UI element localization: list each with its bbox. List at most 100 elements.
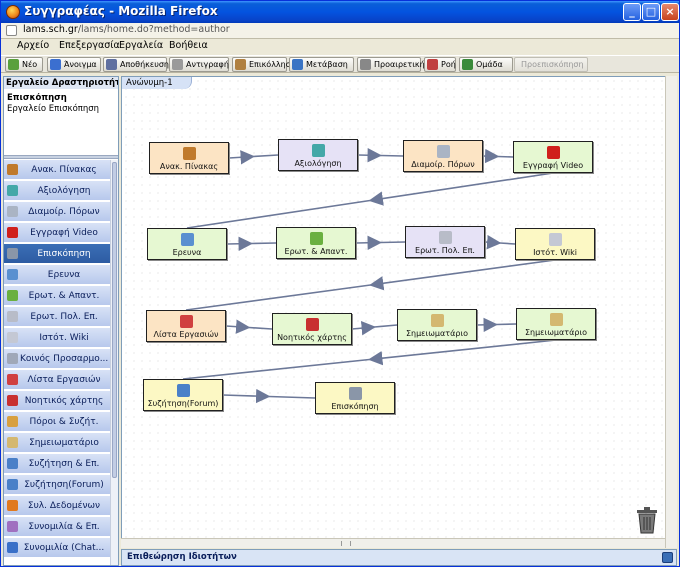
design-canvas[interactable]: Ανώνυμη-1 Ανακ. Πίνακας Αξιολόγηση Διαμοίρ… [121,76,677,548]
palette-item[interactable]: Συνομιλία & Επ. [4,517,110,537]
flow-button[interactable]: Ροή [424,57,456,72]
save-button-label: Αποθήκευση [120,60,169,69]
save-button[interactable]: Αποθήκευση [103,57,169,72]
palette-item[interactable]: Συνομιλία (Chat... [4,538,110,558]
minimize-button[interactable]: _ [623,3,641,21]
palette-item[interactable]: Ανακ. Πίνακας [4,160,110,180]
palette-item[interactable]: Ερευνα [4,265,110,285]
paste-icon [235,59,246,70]
activity-box[interactable]: Ερευνα [147,228,227,260]
transition-line[interactable] [380,154,404,157]
palette-scroll-thumb[interactable] [112,162,117,478]
activity-box[interactable]: Σημειωματάριο [516,308,596,340]
transition-line[interactable] [499,242,516,245]
expand-properties-button[interactable] [662,552,673,563]
palette-scrollbar[interactable] [110,160,118,565]
palette-item[interactable]: Επισκόπηση [4,244,110,264]
transition-line[interactable] [182,358,370,380]
transition-line[interactable] [248,326,273,330]
activity-box[interactable]: Αξιολόγηση [278,139,358,171]
activity-box[interactable]: Συζήτηση(Forum) [143,379,223,411]
transition-button[interactable]: Μετάβαση [289,57,354,72]
palette-item[interactable]: Συζήτηση(Forum) [4,475,110,495]
activity-box[interactable]: Επισκόπηση [315,382,395,414]
palette-item[interactable]: Διαμοίρ. Πόρων [4,202,110,222]
transition-arrow[interactable] [228,150,255,165]
transition-line[interactable] [268,395,316,399]
group-button[interactable]: Ομάδα [459,57,513,72]
palette-item[interactable]: Ερωτ. & Απαντ. [4,286,110,306]
transition-arrow[interactable] [225,319,251,334]
scroll-grip[interactable] [341,541,351,546]
activity-icon [549,233,562,246]
activity-box[interactable]: Σημειωματάριο [397,309,477,341]
transition-arrow[interactable] [222,388,271,404]
transition-arrow[interactable] [484,234,502,250]
activity-box[interactable]: Λίστα Εργασιών [146,310,226,342]
menu-file[interactable]: Αρχείο [17,40,49,51]
transition-line[interactable] [251,242,277,245]
group-icon [462,59,473,70]
menu-tools[interactable]: Εργαλεία [119,40,163,51]
menu-edit[interactable]: Επεξεργασία [59,40,120,51]
preview-button[interactable]: Προεπισκόπηση [514,57,588,72]
window-title: Συγγραφέας - Mozilla Firefox [24,4,218,18]
transition-line[interactable] [496,323,517,326]
palette-item[interactable]: Νοητικός χάρτης [4,391,110,411]
panel-splitter[interactable] [4,155,118,159]
transition-line[interactable] [497,155,514,158]
canvas-horizontal-scrollbar[interactable] [121,538,665,548]
palette-item[interactable]: Λίστα Εργασιών [4,370,110,390]
copy-button[interactable]: Αντιγραφή [169,57,229,72]
open-button[interactable]: Άνοιγμα [47,57,101,72]
transition-arrow[interactable] [357,148,382,163]
activity-box[interactable]: Εγγραφή Video [513,141,593,173]
transition-icon [292,59,303,70]
transition-arrow[interactable] [351,320,376,336]
transition-arrow[interactable] [368,339,557,366]
palette-item[interactable]: Πόροι & Συζήτ. [4,412,110,432]
new-button[interactable]: Νέο [5,57,43,72]
transition-arrow[interactable] [226,236,253,251]
activity-box[interactable]: Ερωτ. Πολ. Επ. [405,226,485,258]
palette-item[interactable]: Αξιολόγηση [4,181,110,201]
transition-arrow[interactable] [369,259,556,291]
transition-line[interactable] [186,199,371,229]
transition-line[interactable] [253,154,279,158]
transition-line[interactable] [380,241,406,244]
canvas-vertical-scrollbar[interactable] [665,76,677,548]
transition-arrow[interactable] [476,317,498,333]
activity-box[interactable]: Διαμοίρ. Πόρων [403,140,483,172]
activity-box[interactable]: Ιστότ. Wiki [515,228,595,260]
activity-palette: Ανακ. Πίνακας Αξιολόγηση Διαμοίρ. Πόρων Εγγ… [4,160,110,565]
optional-button[interactable]: Προαιρετική [357,57,425,72]
transition-line[interactable] [185,284,371,311]
open-button-label: Άνοιγμα [64,60,97,69]
palette-item[interactable]: Συζήτηση & Επ. [4,454,110,474]
palette-item[interactable]: Εγγραφή Video [4,223,110,243]
maximize-button[interactable]: □ [642,3,660,21]
transition-line[interactable] [374,324,398,328]
activity-icon [7,269,18,280]
transition-arrow[interactable] [482,148,500,164]
activity-label: Επισκόπηση [331,402,379,411]
palette-item[interactable]: Συλ. Δεδομένων [4,496,110,516]
transition-arrow[interactable] [368,172,554,206]
close-button[interactable]: × [661,3,679,21]
transition-arrow[interactable] [355,235,382,250]
palette-item[interactable]: Ιστότ. Wiki [4,328,110,348]
palette-item[interactable]: Σημειωματάριο [4,433,110,453]
trash-icon[interactable] [632,505,662,535]
activity-label: Νοητικός χάρτης [277,333,347,342]
activity-box[interactable]: Νοητικός χάρτης [272,313,352,345]
url-text: lams.sch.gr/lams/home.do?method=author [23,24,230,35]
activity-label: Ερωτ. & Απαντ. [284,247,348,256]
paste-button[interactable]: Επικόλληση [232,57,296,72]
palette-item[interactable]: Κοινός Προσαρμο... [4,349,110,369]
address-bar[interactable]: lams.sch.gr/lams/home.do?method=author [1,23,679,39]
activity-box[interactable]: Ανακ. Πίνακας [149,142,229,174]
palette-item[interactable]: Ερωτ. Πολ. Επ. [4,307,110,327]
activity-box[interactable]: Ερωτ. & Απαντ. [276,227,356,259]
flow-button-label: Ροή [441,60,456,69]
menu-help[interactable]: Βοήθεια [169,40,208,51]
